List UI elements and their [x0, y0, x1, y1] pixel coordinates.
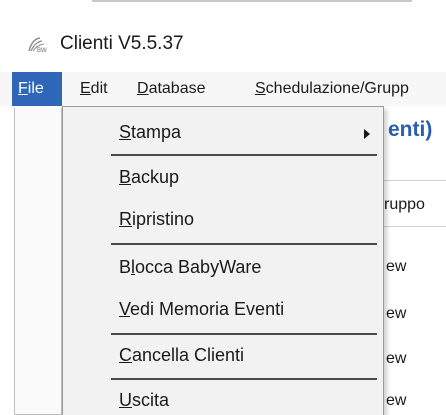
background-divider [384, 180, 446, 181]
title-bar: BW Clienti V5.5.37 [0, 22, 446, 68]
menu-schedulazione[interactable]: Schedulazione/Grupp [255, 72, 409, 106]
mnemonic: S [119, 122, 132, 142]
menu-edit-mnemonic: E [80, 80, 91, 97]
menu-file[interactable]: File [12, 72, 62, 106]
background-header: enti) [388, 118, 433, 141]
menu-separator [111, 333, 377, 335]
menu-database-label: atabase [148, 80, 206, 97]
app-logo-icon: BW [28, 37, 47, 54]
top-divider [92, 0, 412, 2]
background-row[interactable]: ew [386, 392, 406, 410]
menu-item-label: ipristino [132, 209, 195, 229]
menu-item-backup[interactable]: Backup [119, 167, 179, 188]
menu-separator [111, 154, 377, 156]
menu-separator [111, 378, 377, 380]
mnemonic: V [119, 299, 131, 319]
background-divider [384, 226, 446, 227]
mnemonic: R [119, 209, 132, 229]
menu-separator [111, 243, 377, 245]
menu-schedulazione-label: chedulazione/Grupp [265, 80, 409, 97]
background-row[interactable]: ew [386, 258, 406, 276]
submenu-arrow-icon [364, 129, 370, 139]
mnemonic: U [119, 390, 132, 410]
menu-item-ripristino[interactable]: Ripristino [119, 209, 194, 230]
menu-file-label: ile [27, 80, 44, 97]
file-dropdown-menu: Stampa Backup Ripristino Blocca BabyWare… [62, 106, 384, 415]
background-row[interactable]: ew [386, 305, 406, 323]
window-title: Clienti V5.5.37 [60, 33, 184, 54]
menu-edit[interactable]: Edit [80, 72, 108, 106]
menu-item-uscita[interactable]: Uscita [119, 390, 169, 411]
background-row[interactable]: ew [386, 350, 406, 368]
svg-text:BW: BW [37, 48, 47, 54]
menu-bar: File Edit Database Schedulazione/Grupp [0, 72, 446, 106]
menu-edit-label: dit [90, 80, 108, 97]
menu-item-label: tampa [131, 122, 182, 142]
menu-item-label: edi Memoria Eventi [130, 299, 285, 319]
menu-item-label: occa BabyWare [135, 257, 262, 277]
menu-database[interactable]: Database [137, 72, 206, 106]
menu-item-vedi-memoria-eventi[interactable]: Vedi Memoria Eventi [119, 299, 284, 320]
menu-file-mnemonic: F [18, 80, 28, 97]
menu-item-label: ancella Clienti [132, 345, 245, 365]
menu-item-label: ackup [131, 167, 180, 187]
mnemonic: C [119, 345, 132, 365]
menu-item-label: B [119, 257, 132, 277]
menu-item-stampa[interactable]: Stampa [119, 122, 181, 143]
menu-item-cancella-clienti[interactable]: Cancella Clienti [119, 345, 244, 366]
menu-schedulazione-mnemonic: S [255, 80, 266, 97]
mnemonic: B [119, 167, 132, 187]
background-column-header: ruppo [384, 196, 425, 213]
left-panel [14, 108, 62, 415]
menu-item-blocca-babyware[interactable]: Blocca BabyWare [119, 257, 261, 278]
menu-item-label: scita [132, 390, 170, 410]
menu-database-mnemonic: D [137, 80, 149, 97]
